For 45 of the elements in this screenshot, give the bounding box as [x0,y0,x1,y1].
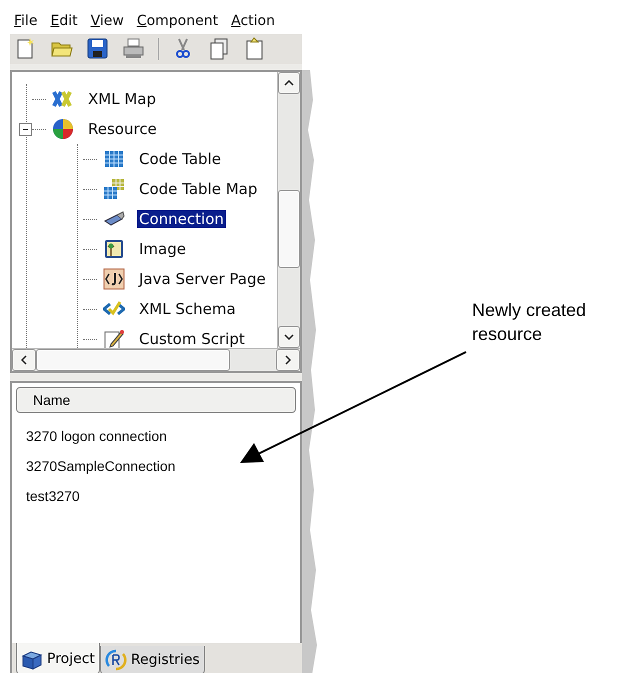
pie-chart-icon [52,118,74,140]
tree-item[interactable]: Resource [86,120,159,138]
tree-item[interactable]: Code Table [137,150,223,168]
collapse-button[interactable] [19,122,32,136]
right-caret-icon [285,355,291,365]
menu-item[interactable]: Component [136,13,218,29]
scroll-left-button[interactable] [12,349,36,371]
scroll-up-button[interactable] [278,72,300,94]
vertical-scrollbar[interactable] [277,72,300,348]
list-item[interactable]: 3270SampleConnection [16,451,296,481]
tree-item[interactable]: Java Server Page [137,270,268,288]
column-header[interactable]: Name [16,387,296,413]
tree-item[interactable]: Custom Script [137,330,247,348]
scrollbar-thumb[interactable] [36,349,230,371]
r-circle-icon [104,649,127,671]
tree-item[interactable]: Connection [137,210,226,228]
scroll-right-button[interactable] [276,349,300,371]
tree-item[interactable]: XML Map [86,90,158,108]
grid-icon [103,148,125,170]
menu-item[interactable]: Edit [50,13,78,29]
menu-item[interactable]: Action [231,13,275,29]
left-caret-icon [21,355,27,365]
save-icon [86,37,110,61]
jsp-icon [103,268,125,290]
up-caret-icon [284,80,294,86]
scrollbar-thumb[interactable] [278,190,300,268]
menu-item[interactable]: View [90,13,124,29]
stacked-grids-icon [103,178,125,200]
scroll-down-button[interactable] [278,326,300,348]
tab[interactable]: Registries [100,646,205,673]
picture-icon [103,238,125,260]
save-button[interactable] [86,37,110,61]
tree-item[interactable]: Code Table Map [137,180,260,198]
print-button[interactable] [122,37,146,61]
list-item[interactable]: 3270 logon connection [16,421,296,451]
tree-item[interactable]: Image [137,240,188,258]
print-icon [122,37,146,61]
horizontal-scrollbar[interactable] [12,348,300,371]
xml-map-icon [52,88,74,110]
annotation-text: Newly created resource [472,299,588,346]
tab[interactable]: Project [16,643,100,673]
tree-item[interactable]: XML Schema [137,300,238,318]
list-item[interactable]: test3270 [16,481,296,511]
down-caret-icon [284,334,294,340]
menu-item[interactable]: File [14,13,38,29]
